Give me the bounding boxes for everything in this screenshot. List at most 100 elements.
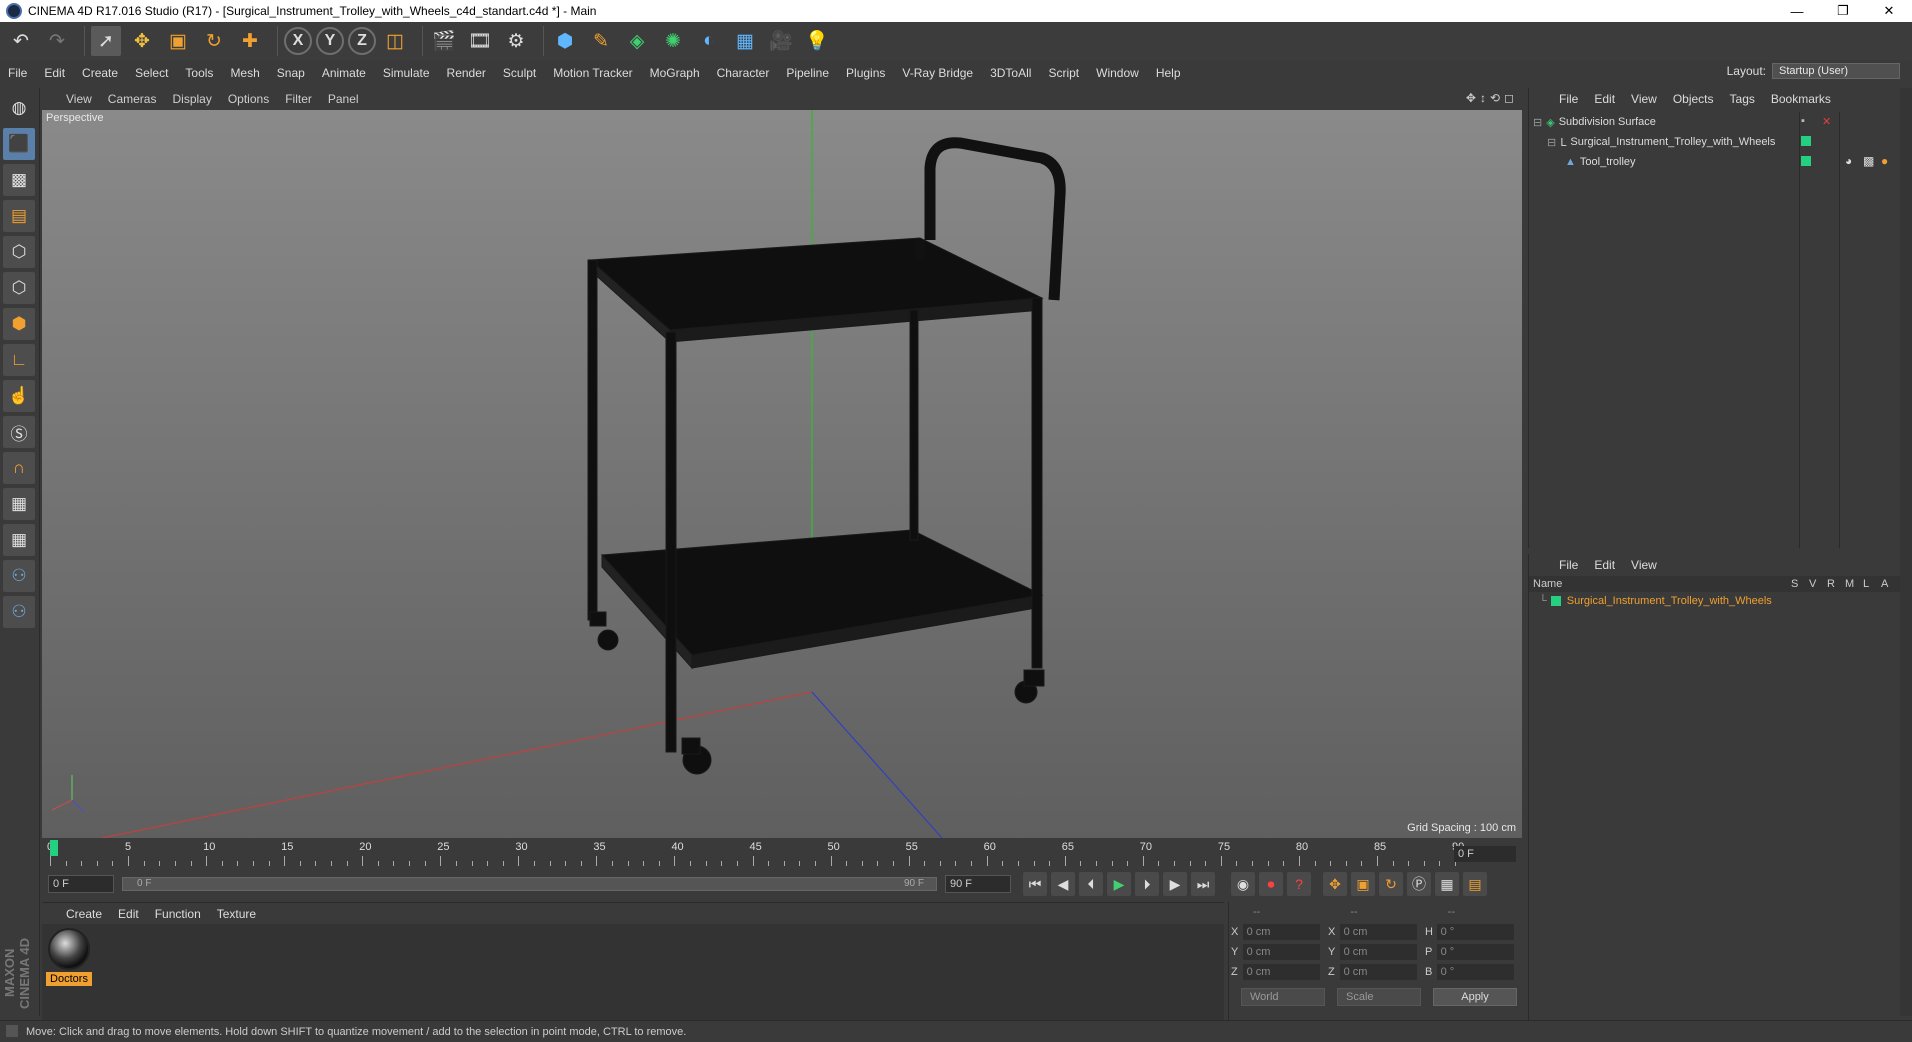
menu-vray-bridge[interactable]: V-Ray Bridge (902, 66, 973, 80)
texture-tag-icon[interactable]: ▩ (1863, 154, 1874, 168)
layers-menu-view[interactable]: View (1631, 558, 1657, 572)
go-to-end-icon[interactable]: ⏭ (1191, 872, 1215, 896)
menu-mesh[interactable]: Mesh (230, 66, 259, 80)
coordinate-system-icon[interactable]: ◫ (380, 26, 410, 56)
deactivate-icon[interactable]: ✕ (1822, 115, 1831, 128)
previous-key-icon[interactable]: ◀ (1051, 872, 1075, 896)
end-frame-field[interactable]: 90 F (945, 875, 1011, 893)
edges-mode-icon[interactable]: ⬡ (3, 272, 35, 304)
start-frame-field[interactable]: 0 F (48, 875, 114, 893)
size-y-field[interactable]: 0 cm (1339, 944, 1417, 960)
rotation-b-field[interactable]: 0 ° (1436, 964, 1514, 980)
move-icon[interactable]: ✥ (127, 26, 157, 56)
menu-simulate[interactable]: Simulate (383, 66, 430, 80)
python-icon[interactable]: ⚇ (3, 560, 35, 592)
x-axis-icon[interactable]: X (284, 27, 312, 55)
layout-dropdown[interactable]: Startup (User) (1772, 63, 1900, 79)
points-mode-icon[interactable]: ⬡ (3, 236, 35, 268)
menu-render[interactable]: Render (447, 66, 486, 80)
tweak-mode-icon[interactable]: ☝ (3, 380, 35, 412)
solo-mode-icon[interactable]: Ⓢ (3, 416, 35, 448)
menu-help[interactable]: Help (1156, 66, 1181, 80)
viewport-menu-cameras[interactable]: Cameras (108, 92, 157, 106)
key-rotation-icon[interactable]: ↻ (1379, 872, 1403, 896)
material-item[interactable]: Doctors (46, 928, 92, 988)
objects-menu-bookmarks[interactable]: Bookmarks (1771, 92, 1831, 106)
objects-menu-view[interactable]: View (1631, 92, 1657, 106)
objects-menu-file[interactable]: File (1559, 92, 1578, 106)
menu-tools[interactable]: Tools (185, 66, 213, 80)
layer-color-swatch[interactable] (1550, 596, 1561, 606)
workplane-mode-icon[interactable]: ▤ (3, 200, 35, 232)
key-pla-icon[interactable]: ▦ (1435, 872, 1459, 896)
floor-icon[interactable]: ▦ (730, 26, 760, 56)
playhead[interactable] (50, 840, 58, 856)
object-row-subdivision[interactable]: ⊟ ◈ Subdivision Surface (1533, 112, 1656, 132)
maximize-button[interactable]: ❐ (1820, 0, 1866, 22)
apply-button[interactable]: Apply (1433, 988, 1517, 1006)
menu-file[interactable]: File (8, 66, 27, 80)
current-frame-field[interactable]: 0 F (1454, 846, 1516, 862)
frame-ruler[interactable]: 051015202530354045505560657075808590 (47, 840, 1464, 866)
select-icon[interactable]: ➚ (91, 26, 121, 56)
rotate-icon[interactable]: ↻ (199, 26, 229, 56)
menu-script[interactable]: Script (1048, 66, 1079, 80)
menu-3dtoall[interactable]: 3DToAll (990, 66, 1031, 80)
objects-menu-edit[interactable]: Edit (1594, 92, 1615, 106)
objects-menu-objects[interactable]: Objects (1673, 92, 1714, 106)
viewport-menu-display[interactable]: Display (172, 92, 211, 106)
camera-icon[interactable]: 🎥 (766, 26, 796, 56)
model-mode-icon[interactable]: ⬛ (3, 128, 35, 160)
close-button[interactable]: ✕ (1866, 0, 1912, 22)
scale-icon[interactable]: ▣ (163, 26, 193, 56)
viewport-menu-view[interactable]: View (66, 92, 92, 106)
object-row-trolley-null[interactable]: ⊟ Ⅼ Surgical_Instrument_Trolley_with_Whe… (1547, 132, 1775, 152)
menu-mograph[interactable]: MoGraph (650, 66, 700, 80)
z-axis-icon[interactable]: Z (348, 27, 376, 55)
menu-snap[interactable]: Snap (277, 66, 305, 80)
position-z-field[interactable]: 0 cm (1242, 964, 1320, 980)
planar-workplane-icon[interactable]: ▦ (3, 524, 35, 556)
collapse-icon[interactable]: ⊟ (1533, 116, 1542, 129)
coordinate-mode-dropdown[interactable]: World (1241, 988, 1325, 1006)
y-axis-icon[interactable]: Y (316, 27, 344, 55)
menu-create[interactable]: Create (82, 66, 118, 80)
render-picture-queue-icon[interactable]: 🎞 (465, 26, 495, 56)
deformer-icon[interactable]: ◐ (694, 26, 724, 56)
viewport-menu-options[interactable]: Options (228, 92, 269, 106)
mograph-icon[interactable]: ✺ (658, 26, 688, 56)
rotation-p-field[interactable]: 0 ° (1436, 944, 1514, 960)
next-frame-icon[interactable]: ⏵ (1135, 872, 1159, 896)
material-menu-function[interactable]: Function (155, 907, 201, 921)
layers-menu-edit[interactable]: Edit (1594, 558, 1615, 572)
next-key-icon[interactable]: ▶ (1163, 872, 1187, 896)
transform-mode-dropdown[interactable]: Scale (1337, 988, 1421, 1006)
material-menu-edit[interactable]: Edit (118, 907, 139, 921)
pen-icon[interactable]: ✎ (586, 26, 616, 56)
snap-icon[interactable]: ∩ (3, 452, 35, 484)
objects-menu-tags[interactable]: Tags (1730, 92, 1755, 106)
record-icon[interactable]: ◉ (1231, 872, 1255, 896)
position-y-field[interactable]: 0 cm (1242, 944, 1320, 960)
layer-row[interactable]: └ Surgical_Instrument_Trolley_with_Wheel… (1529, 592, 1900, 610)
timeline-ruler[interactable]: 051015202530354045505560657075808590 0 F (42, 840, 1522, 866)
size-x-field[interactable]: 0 cm (1339, 924, 1417, 940)
menu-select[interactable]: Select (135, 66, 168, 80)
zoom-icon[interactable]: ↕ (1480, 91, 1486, 105)
menu-pipeline[interactable]: Pipeline (786, 66, 829, 80)
layers-menu-file[interactable]: File (1559, 558, 1578, 572)
menu-animate[interactable]: Animate (322, 66, 366, 80)
menu-plugins[interactable]: Plugins (846, 66, 885, 80)
key-param-icon[interactable]: Ⓟ (1407, 872, 1431, 896)
menu-sculpt[interactable]: Sculpt (503, 66, 536, 80)
cube-icon[interactable]: ⬢ (550, 26, 580, 56)
pan-icon[interactable]: ✥ (1466, 91, 1476, 105)
python-script-icon[interactable]: ⚇ (3, 596, 35, 628)
go-to-start-icon[interactable]: ⏮ (1023, 872, 1047, 896)
undo-icon[interactable]: ↶ (6, 26, 36, 56)
material-menu-texture[interactable]: Texture (217, 907, 256, 921)
orbit-icon[interactable]: ⟲ (1490, 91, 1500, 105)
autokey-icon[interactable]: ⏺ (1259, 872, 1283, 896)
object-row-tool-trolley[interactable]: ▲ Tool_trolley (1565, 152, 1636, 172)
rotation-h-field[interactable]: 0 ° (1436, 924, 1514, 940)
